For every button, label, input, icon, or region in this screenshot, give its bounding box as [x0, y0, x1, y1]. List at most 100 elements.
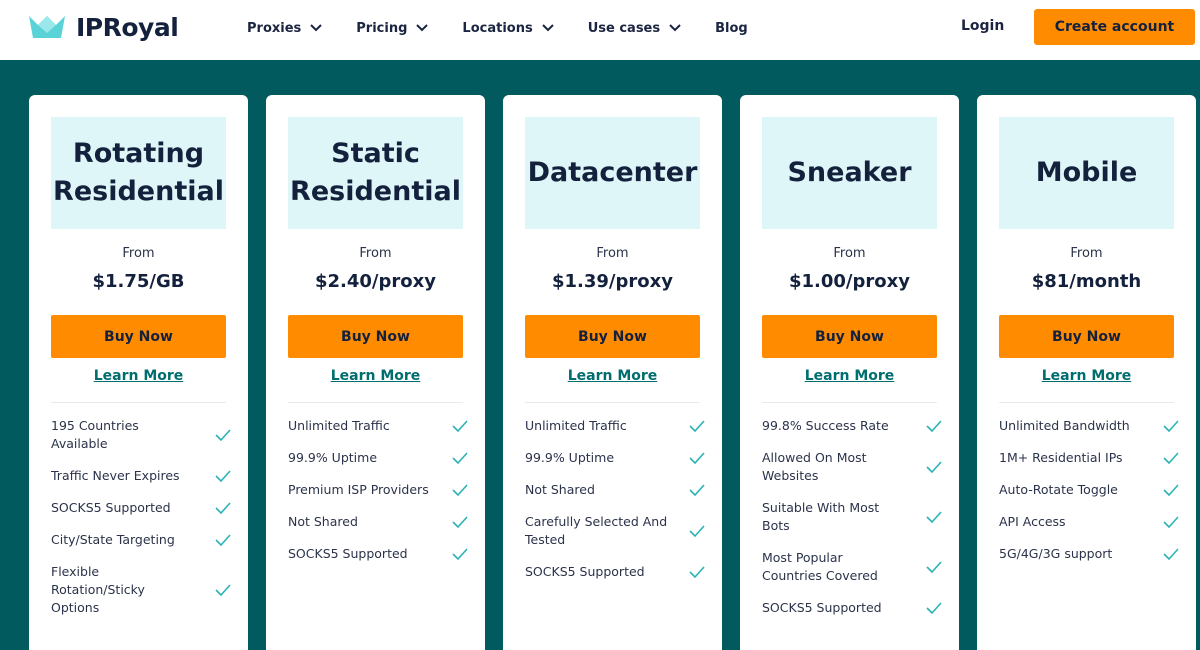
card-title-box: Datacenter: [525, 117, 700, 229]
learn-more-link[interactable]: Learn More: [266, 368, 485, 384]
feature-text: SOCKS5 Supported: [762, 600, 882, 615]
feature-text: Carefully Selected And Tested: [525, 514, 668, 547]
feature-item: API Access: [999, 513, 1179, 531]
nav-blog[interactable]: Blog: [715, 18, 748, 38]
learn-more-label: Learn More: [567, 368, 658, 384]
price-from-label: From: [359, 246, 392, 261]
create-account-button[interactable]: Create account: [1034, 9, 1195, 45]
check-icon: [215, 534, 231, 546]
pricing-card-mobile: Mobile From $81/month Buy Now Learn More…: [977, 95, 1196, 650]
feature-text: API Access: [999, 514, 1066, 529]
feature-item: 99.9% Uptime: [525, 449, 705, 467]
nav-label: Locations: [462, 20, 533, 36]
feature-text: Flexible Rotation/Sticky Options: [51, 564, 145, 615]
learn-more-link[interactable]: Learn More: [503, 368, 722, 384]
card-title-box: Rotating Residential: [51, 117, 226, 229]
learn-more-label: Learn More: [804, 368, 895, 384]
learn-more-link[interactable]: Learn More: [740, 368, 959, 384]
feature-item: Not Shared: [288, 513, 468, 531]
feature-text: SOCKS5 Supported: [51, 500, 171, 515]
check-icon: [1163, 548, 1179, 560]
feature-item: Auto-Rotate Toggle: [999, 481, 1179, 499]
check-icon: [1163, 420, 1179, 432]
card-title-box: Static Residential: [288, 117, 463, 229]
buy-now-button[interactable]: Buy Now: [51, 315, 226, 358]
feature-text: Auto-Rotate Toggle: [999, 482, 1118, 497]
buy-now-button[interactable]: Buy Now: [999, 315, 1174, 358]
chevron-down-icon: [669, 24, 681, 32]
feature-item: SOCKS5 Supported: [762, 599, 942, 617]
nav-label: Use cases: [587, 20, 661, 36]
price-value: $1.00/proxy: [789, 271, 910, 292]
feature-text: 99.9% Uptime: [525, 450, 615, 465]
check-icon: [215, 470, 231, 482]
learn-more-link[interactable]: Learn More: [29, 368, 248, 384]
price-value: $1.39/proxy: [552, 271, 673, 292]
feature-text: Suitable With Most Bots: [762, 500, 880, 533]
learn-more-label: Learn More: [1041, 368, 1132, 384]
feature-item: Carefully Selected And Tested: [525, 513, 705, 549]
price-from-label: From: [1070, 246, 1103, 261]
feature-text: 99.9% Uptime: [288, 450, 378, 465]
learn-more-link[interactable]: Learn More: [977, 368, 1196, 384]
feature-item: Unlimited Traffic: [525, 417, 705, 435]
buy-now-button[interactable]: Buy Now: [762, 315, 937, 358]
check-icon: [926, 602, 942, 614]
feature-list: 195 Countries Available Traffic Never Exp…: [51, 417, 231, 631]
pricing-card-sneaker: Sneaker From $1.00/proxy Buy Now Learn M…: [740, 95, 959, 650]
learn-more-label: Learn More: [330, 368, 421, 384]
nav-locations[interactable]: Locations: [462, 18, 554, 38]
feature-text: Most Popular Countries Covered: [762, 550, 878, 583]
check-icon: [452, 420, 468, 432]
feature-item: 1M+ Residential IPs: [999, 449, 1179, 467]
feature-item: Unlimited Traffic: [288, 417, 468, 435]
check-icon: [926, 420, 942, 432]
check-icon: [689, 484, 705, 496]
feature-text: 195 Countries Available: [51, 418, 139, 451]
card-title: Static Residential: [290, 138, 461, 207]
nav-proxies[interactable]: Proxies: [247, 18, 322, 38]
nav-label: Blog: [715, 20, 748, 36]
learn-more-label: Learn More: [93, 368, 184, 384]
card-title: Sneaker: [787, 157, 912, 188]
feature-item: 195 Countries Available: [51, 417, 231, 453]
logo[interactable]: IPRoyal: [28, 12, 179, 42]
card-title: Datacenter: [527, 157, 698, 188]
feature-item: Allowed On Most Websites: [762, 449, 942, 485]
check-icon: [215, 584, 231, 596]
feature-text: Allowed On Most Websites: [762, 450, 867, 483]
feature-text: SOCKS5 Supported: [525, 564, 645, 579]
feature-item: Unlimited Bandwidth: [999, 417, 1179, 435]
check-icon: [452, 548, 468, 560]
chevron-down-icon: [416, 24, 429, 32]
chevron-down-icon: [310, 24, 322, 32]
feature-text: Traffic Never Expires: [51, 468, 180, 483]
check-icon: [452, 452, 468, 464]
buy-now-button[interactable]: Buy Now: [288, 315, 463, 358]
check-icon: [689, 420, 705, 432]
divider: [762, 402, 937, 403]
feature-text: 1M+ Residential IPs: [999, 450, 1123, 465]
divider: [288, 402, 463, 403]
divider: [999, 402, 1174, 403]
card-title-box: Mobile: [999, 117, 1174, 229]
feature-item: Suitable With Most Bots: [762, 499, 942, 535]
price-value: $81/month: [1031, 271, 1142, 292]
feature-item: Flexible Rotation/Sticky Options: [51, 563, 231, 617]
price-value: $2.40/proxy: [315, 271, 436, 292]
divider: [51, 402, 226, 403]
feature-item: Premium ISP Providers: [288, 481, 468, 499]
buy-now-button[interactable]: Buy Now: [525, 315, 700, 358]
feature-text: Not Shared: [525, 482, 595, 497]
nav-use-cases[interactable]: Use cases: [588, 18, 681, 38]
feature-text: 99.8% Success Rate: [762, 418, 889, 433]
login-link[interactable]: Login: [961, 18, 1004, 34]
feature-text: 5G/4G/3G support: [999, 546, 1113, 561]
nav-pricing[interactable]: Pricing: [356, 18, 429, 38]
card-title: Rotating Residential: [53, 138, 224, 207]
check-icon: [689, 525, 705, 537]
check-icon: [452, 516, 468, 528]
feature-item: SOCKS5 Supported: [51, 499, 231, 517]
feature-text: Premium ISP Providers: [288, 482, 429, 497]
price-from-label: From: [833, 246, 866, 261]
